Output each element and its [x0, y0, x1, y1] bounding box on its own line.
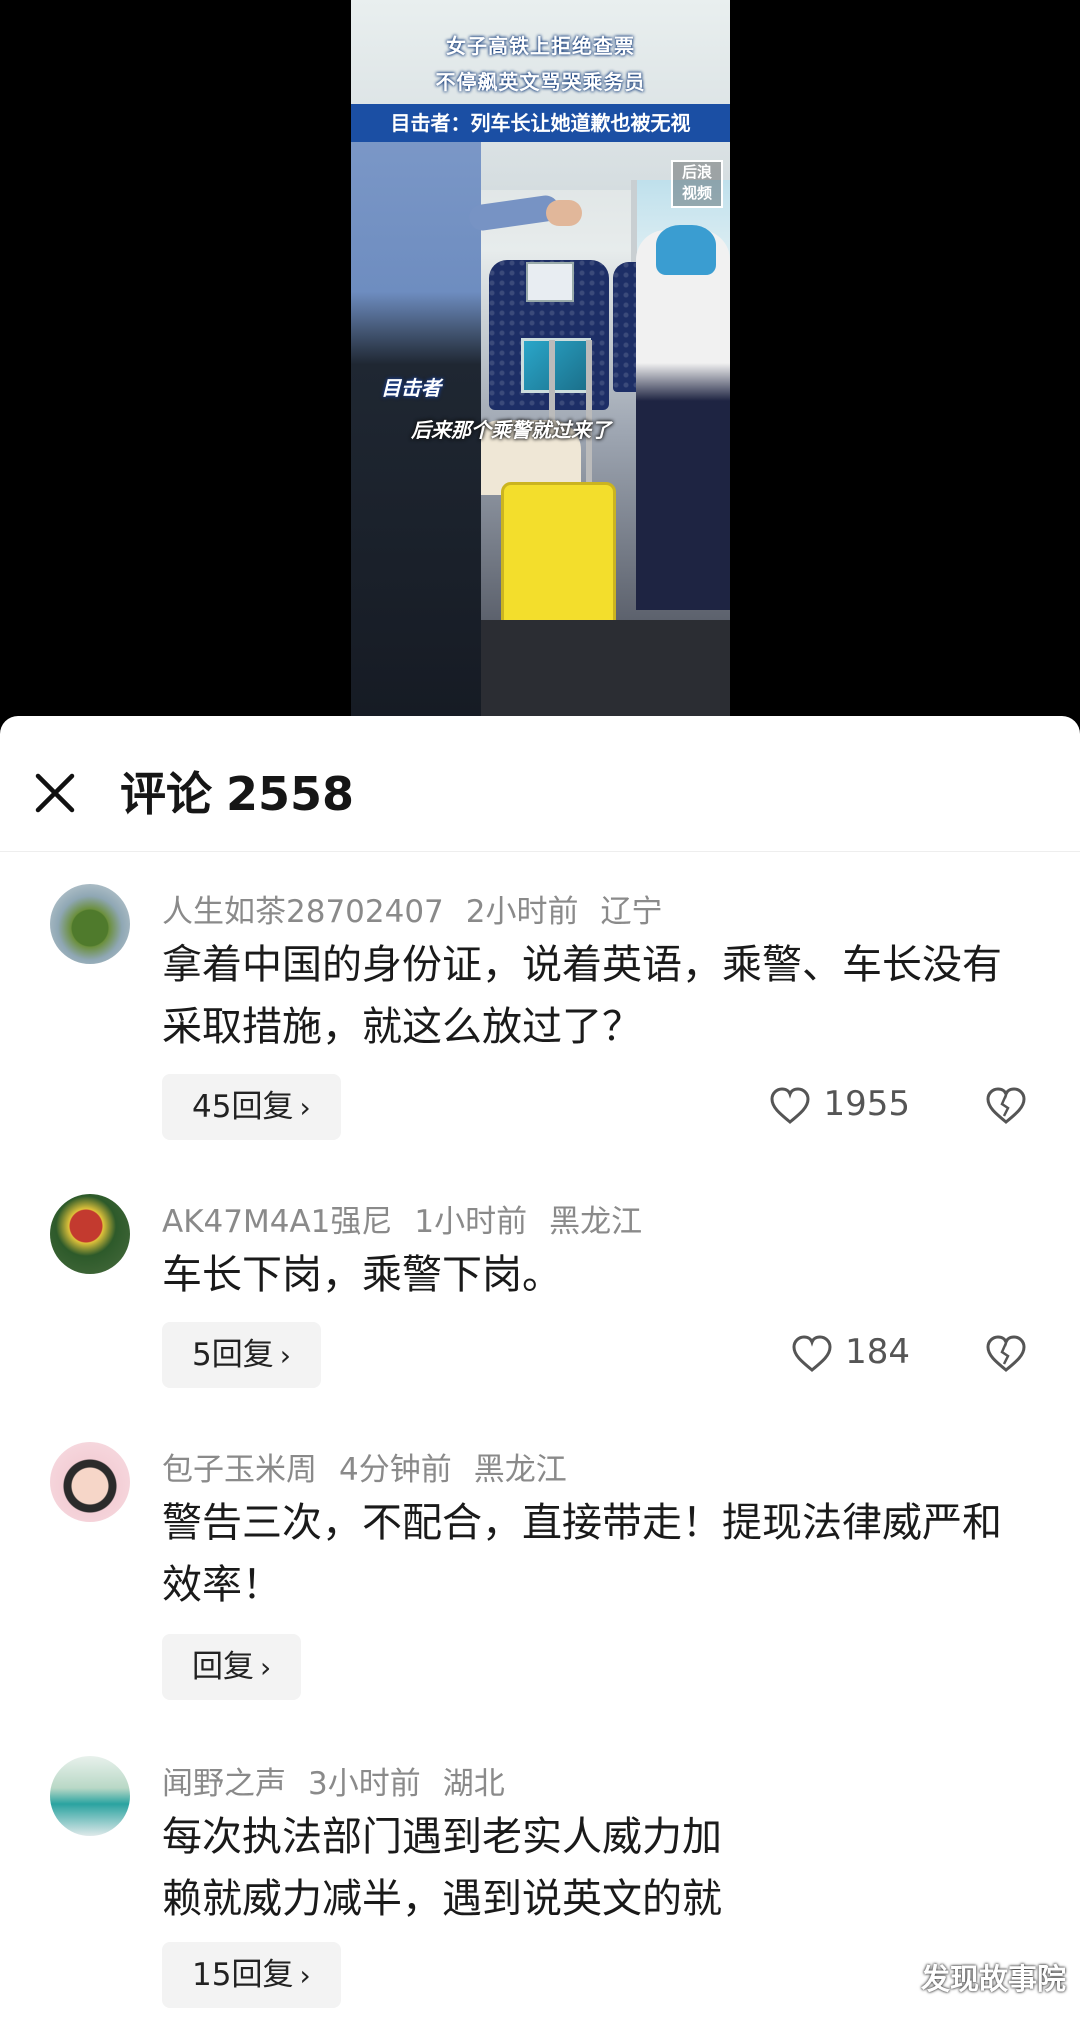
seat-sign	[526, 262, 574, 302]
passenger-head	[656, 225, 716, 275]
comment-text: 车长下岗，乘警下岗。	[162, 1252, 562, 1298]
reply-label: 5回复	[192, 1337, 274, 1373]
officer-hand	[546, 200, 582, 226]
comment-text: 每次执法部门遇到老实人威力加 赖就威力减半，遇到说英文的就	[162, 1806, 762, 1930]
reply-button[interactable]: 5回复 ›	[162, 1322, 321, 1388]
chevron-right-icon: ›	[299, 1091, 311, 1124]
avatar[interactable]	[50, 884, 130, 964]
reply-button[interactable]: 回复 ›	[162, 1634, 302, 1700]
comment-username[interactable]: 人生如茶28702407	[162, 894, 444, 930]
like-button[interactable]: 1955	[769, 1084, 910, 1125]
comment-text-line1: 每次执法部门遇到老实人威力加	[162, 1814, 722, 1860]
comment-meta: 包子玉米周 4分钟前 黑龙江	[162, 1444, 589, 1489]
avatar[interactable]	[50, 1194, 130, 1274]
comment-time: 2小时前	[465, 894, 579, 930]
channel-logo: 后浪 视频	[671, 160, 723, 208]
comment-location: 辽宁	[600, 894, 663, 930]
like-count: 184	[845, 1332, 910, 1372]
comment-username[interactable]: 包子玉米周	[162, 1452, 317, 1488]
comment-username[interactable]: 闻野之声	[162, 1766, 286, 1802]
avatar[interactable]	[50, 1756, 130, 1836]
comment-count: 2558	[226, 767, 355, 821]
reply-label: 15回复	[192, 1957, 294, 1993]
reply-button[interactable]: 15回复 ›	[162, 1942, 341, 2008]
logo-line2: 视频	[681, 184, 712, 202]
comment-sheet-header: 评论 2558	[0, 716, 1080, 852]
video-caption-line3: 目击者：列车长让她道歉也被无视	[351, 104, 730, 142]
chevron-right-icon: ›	[260, 1651, 272, 1684]
comment-meta: 人生如茶28702407 2小时前 辽宁	[162, 886, 685, 931]
dislike-button[interactable]	[984, 1086, 1028, 1126]
comment-location: 黑龙江	[473, 1452, 567, 1488]
video-caption-line1: 女子高铁上拒绝查票	[446, 34, 635, 58]
dislike-button[interactable]	[984, 1334, 1028, 1374]
comment-meta: AK47M4A1强尼 1小时前 黑龙江	[162, 1196, 664, 1241]
comment-count-title: 评论 2558	[120, 758, 354, 824]
comment-sheet: 评论 2558 人生如茶28702407 2小时前 辽宁 拿着中国的身份证，说着英语，…	[0, 716, 1080, 2020]
comment-time: 1小时前	[414, 1204, 528, 1240]
comment-username[interactable]: AK47M4A1强尼	[162, 1204, 392, 1240]
like-button[interactable]: 184	[791, 1332, 910, 1373]
comment-location: 黑龙江	[549, 1204, 643, 1240]
reply-label: 45回复	[192, 1089, 294, 1125]
logo-line1: 后浪	[681, 163, 712, 181]
chevron-right-icon: ›	[299, 1959, 311, 1992]
chevron-right-icon: ›	[279, 1339, 291, 1372]
yellow-luggage	[501, 482, 616, 632]
comment-title-label: 评论	[120, 767, 212, 821]
seat-screen	[521, 338, 591, 393]
subtitle-speaker: 目击者	[381, 376, 441, 400]
comment-time: 4分钟前	[339, 1452, 452, 1488]
subtitle-text: 后来那个乘警就过来了	[411, 418, 611, 442]
officer-figure	[351, 110, 481, 716]
comment-text: 拿着中国的身份证，说着英语，乘警、车长没有采取措施，就这么放过了？	[162, 942, 1002, 1050]
passenger-figure	[636, 230, 730, 610]
heart-icon	[792, 1334, 832, 1372]
broken-heart-icon	[986, 1335, 1026, 1372]
comment-text-line2: 赖就威力减半，遇到说英文的就	[162, 1876, 722, 1922]
luggage-handle	[586, 340, 592, 485]
close-icon[interactable]	[28, 766, 82, 820]
watermark: 发现故事院	[920, 1962, 1066, 1996]
comment-meta: 闻野之声 3小时前 湖北	[162, 1758, 527, 1803]
video-caption-line2: 不停飙英文骂哭乘务员	[435, 70, 646, 94]
heart-icon	[770, 1086, 810, 1124]
broken-heart-icon	[986, 1087, 1026, 1124]
reply-label: 回复	[192, 1649, 254, 1685]
video-player[interactable]: 女子高铁上拒绝查票 不停飙英文骂哭乘务员 目击者：列车长让她道歉也被无视 后浪 …	[351, 0, 730, 716]
comment-time: 3小时前	[308, 1766, 421, 1802]
comment-text: 警告三次，不配合，直接带走！提现法律威严和效率！	[162, 1500, 1002, 1608]
avatar[interactable]	[50, 1442, 130, 1522]
reply-button[interactable]: 45回复 ›	[162, 1074, 341, 1140]
like-count: 1955	[823, 1084, 910, 1124]
comment-location: 湖北	[442, 1766, 505, 1802]
